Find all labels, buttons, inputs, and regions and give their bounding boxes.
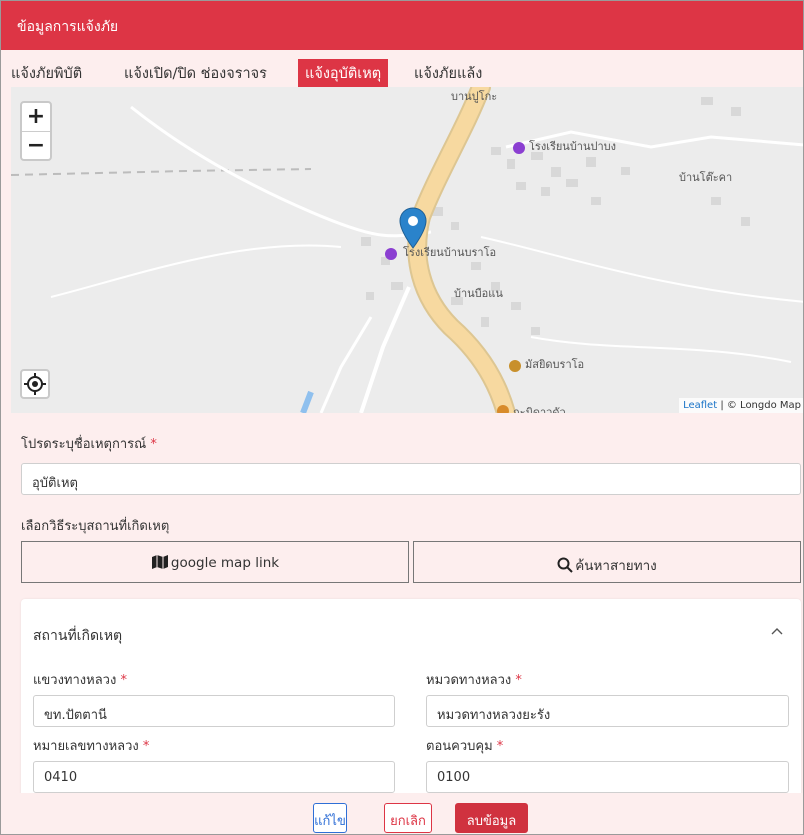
tab-lane-open-close[interactable]: แจ้งเปิด/ปิด ช่องจราจร (124, 59, 267, 87)
incident-name-label: โปรดระบุชื่อเหตุการณ์ * (21, 437, 157, 452)
tab-drought[interactable]: แจ้งภัยแล้ง (414, 59, 482, 87)
zoom-control: + − (20, 101, 52, 161)
cancel-button[interactable]: ยกเลิก (384, 803, 432, 833)
map-label-village-right: บ้านโต๊ะคา (679, 171, 733, 184)
map-view[interactable]: บานปูโกะ โรงเรียนบ้านปาบง บ้านโต๊ะคา โรง… (11, 87, 803, 413)
zoom-out-button[interactable]: − (22, 131, 50, 159)
chevron-up-icon[interactable] (771, 627, 783, 635)
location-section-title: สถานที่เกิดเหตุ (33, 628, 123, 644)
highway-number-label: หมายเลขทางหลวง * (33, 739, 150, 754)
required-mark: * (515, 673, 522, 688)
delete-button[interactable]: ลบข้อมูล (455, 803, 528, 833)
tab-accident[interactable]: แจ้งอุบัติเหตุ (298, 59, 389, 87)
highway-district-input[interactable]: ขท.ปัตตานี (33, 695, 395, 727)
required-mark: * (150, 437, 157, 452)
required-mark: * (142, 739, 150, 754)
attribution-text: | © Longdo Map (717, 400, 801, 411)
map-label-mosque: มัสยิดบราโอ (525, 358, 585, 371)
dialog-footer: แก้ไข ยกเลิก ลบข้อมูล (1, 793, 803, 834)
google-map-link-label: google map link (170, 555, 280, 571)
locate-me-button[interactable] (20, 369, 50, 399)
search-icon (557, 557, 573, 573)
location-marker-icon[interactable] (399, 207, 427, 249)
mosque-poi-icon (509, 360, 521, 372)
highway-unit-label: หมวดทางหลวง * (426, 673, 522, 688)
map-label-school-top: โรงเรียนบ้านปาบง (529, 140, 617, 153)
leaflet-link[interactable]: Leaflet (683, 400, 717, 411)
control-section-label: ตอนควบคุม * (426, 739, 504, 754)
poi-icon-bottom (497, 405, 509, 413)
school-poi-icon-2 (385, 248, 397, 260)
map-label-village-mid: บ้านบือแน (454, 287, 503, 300)
location-method-label: เลือกวิธีระบุสถานที่เกิดเหตุ (21, 519, 170, 534)
tab-bar: แจ้งภัยพิบัติ แจ้งเปิด/ปิด ช่องจราจร แจ้… (1, 50, 803, 87)
incident-dialog: ข้อมูลการแจ้งภัย แจ้งภัยพิบัติ แจ้งเปิด/… (0, 0, 804, 835)
search-route-button[interactable]: ค้นหาสายทาง (413, 541, 801, 583)
location-section: สถานที่เกิดเหตุ แขวงทางหลวง * ขท.ปัตตานี… (21, 599, 801, 799)
control-section-input[interactable]: 0100 (426, 761, 789, 793)
incident-name-input[interactable]: อุบัติเหตุ (21, 463, 801, 495)
map-attribution: Leaflet | © Longdo Map (679, 398, 803, 413)
dialog-title: ข้อมูลการแจ้งภัย (1, 1, 803, 50)
search-route-label: ค้นหาสายทาง (575, 558, 657, 574)
map-label-village-top: บานปูโกะ (451, 90, 498, 103)
school-poi-icon (513, 142, 525, 154)
highway-unit-input[interactable]: หมวดทางหลวงยะรัง (426, 695, 789, 727)
map-label-bottom: กะมิดาวดัว (513, 406, 566, 413)
tab-disaster[interactable]: แจ้งภัยพิบัติ (11, 59, 82, 87)
highway-number-input[interactable]: 0410 (33, 761, 395, 793)
incident-form: โปรดระบุชื่อเหตุการณ์ * อุบัติเหตุ เลือก… (11, 413, 803, 799)
zoom-in-button[interactable]: + (22, 103, 50, 131)
crosshair-icon (24, 373, 46, 395)
edit-button[interactable]: แก้ไข (313, 803, 347, 833)
required-mark: * (120, 673, 127, 688)
google-map-link-button[interactable]: google map link (21, 541, 409, 583)
map-icon (151, 555, 168, 569)
required-mark: * (496, 739, 504, 754)
highway-district-label: แขวงทางหลวง * (33, 673, 127, 688)
